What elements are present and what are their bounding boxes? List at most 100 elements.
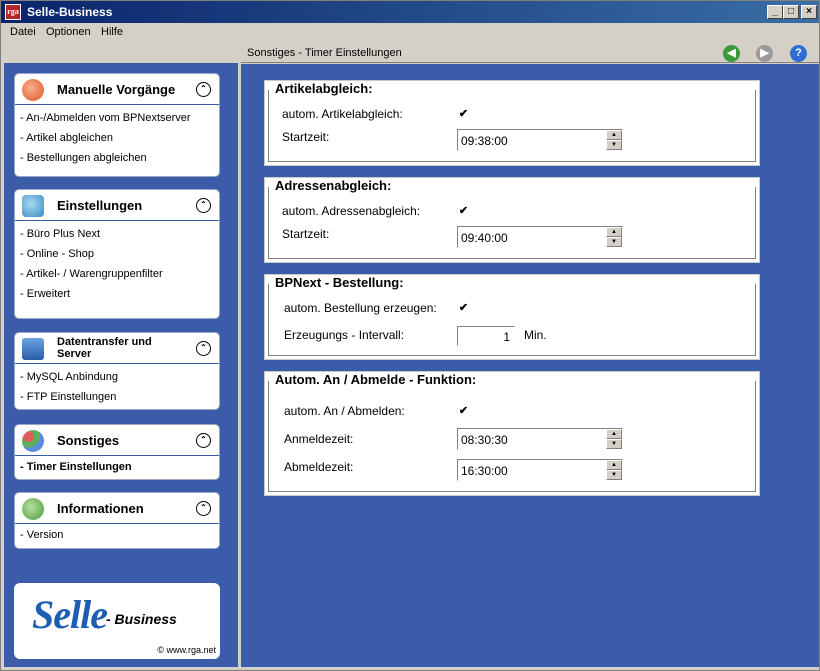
sidebar-item-buero-plus-next[interactable]: - Büro Plus Next (15, 225, 219, 245)
group-legend: Adressenabgleich: (273, 178, 394, 193)
auto-adressen-label: autom. Adressenabgleich: (282, 204, 421, 218)
spin-up-icon[interactable]: ▲ (606, 130, 622, 140)
group-frame (268, 187, 756, 259)
auto-anmelden-checkbox[interactable]: ✔ (457, 405, 470, 418)
startzeit-value: 09:40:00 (461, 231, 508, 245)
auto-artikel-checkbox[interactable]: ✔ (457, 108, 470, 121)
sidebar-item-anmelden[interactable]: - An-/Abmelden vom BPNextserver (15, 109, 219, 129)
panel-title-line1: Datentransfer und (57, 336, 152, 348)
spin-down-icon[interactable]: ▼ (606, 237, 622, 247)
spin-up-icon[interactable]: ▲ (606, 227, 622, 237)
auto-anmelden-label: autom. An / Abmelden: (284, 404, 405, 418)
startzeit-artikel-input[interactable]: 09:38:00 ▲ ▼ (457, 129, 623, 151)
startzeit-value: 09:38:00 (461, 134, 508, 148)
computer-icon (22, 338, 44, 360)
panel-header[interactable]: Manuelle Vorgänge ⌃ (15, 74, 219, 105)
sidebar: Manuelle Vorgänge ⌃ - An-/Abmelden vom B… (4, 63, 238, 667)
anmeldezeit-value: 08:30:30 (461, 433, 508, 447)
logo-main-text: Selle (32, 592, 108, 637)
abmeldezeit-value: 16:30:00 (461, 464, 508, 478)
sidebar-item-timer-einstellungen[interactable]: - Timer Einstellungen (15, 458, 219, 478)
intervall-value: 1 (503, 330, 510, 344)
collapse-icon[interactable]: ⌃ (196, 433, 211, 448)
main-panel: Artikelabgleich: autom. Artikelabgleich:… (241, 64, 819, 667)
tools-icon (22, 195, 44, 217)
menu-bar: Datei Optionen Hilfe (1, 23, 819, 42)
panel-title: Einstellungen (57, 198, 143, 213)
group-an-abmelde-funktion: Autom. An / Abmelde - Funktion: autom. A… (264, 371, 760, 496)
auto-bestellung-checkbox[interactable]: ✔ (457, 302, 470, 315)
close-button[interactable]: × (801, 5, 817, 19)
menu-datei[interactable]: Datei (10, 26, 36, 38)
window-title: Selle-Business (27, 5, 113, 19)
spin-buttons: ▲ ▼ (606, 429, 622, 449)
menu-optionen[interactable]: Optionen (46, 26, 91, 38)
sidebar-item-online-shop[interactable]: - Online - Shop (15, 245, 219, 265)
sidebar-item-version[interactable]: - Version (15, 526, 219, 546)
sidebar-item-artikel-abgleichen[interactable]: - Artikel abgleichen (15, 129, 219, 149)
sidebar-item-warengruppenfilter[interactable]: - Artikel- / Warengruppenfilter (15, 265, 219, 285)
spin-down-icon[interactable]: ▼ (606, 140, 622, 150)
sidebar-item-mysql[interactable]: - MySQL Anbindung (15, 368, 219, 388)
anmeldezeit-label: Anmeldezeit: (284, 432, 354, 446)
spin-down-icon[interactable]: ▼ (606, 439, 622, 449)
help-icon[interactable]: ? (790, 45, 807, 62)
panel-informationen: Informationen ⌃ - Version (14, 492, 220, 549)
app-window: rga Selle-Business _ □ × Datei Optionen … (0, 0, 820, 671)
abmeldezeit-label: Abmeldezeit: (284, 460, 354, 474)
title-bar: rga Selle-Business _ □ × (1, 1, 819, 23)
brand-logo: Selle - Business © www.rga.net (14, 583, 220, 659)
intervall-unit: Min. (524, 328, 547, 342)
forward-icon[interactable]: ▶ (756, 45, 773, 62)
spin-buttons: ▲ ▼ (606, 130, 622, 150)
collapse-icon[interactable]: ⌃ (196, 82, 211, 97)
panel-header[interactable]: Einstellungen ⌃ (15, 190, 219, 221)
panel-header[interactable]: Datentransfer und Server ⌃ (15, 333, 219, 364)
panel-title: Informationen (57, 501, 144, 516)
panel-header[interactable]: Sonstiges ⌃ (15, 425, 219, 456)
auto-artikel-label: autom. Artikelabgleich: (282, 107, 403, 121)
panel-datentransfer: Datentransfer und Server ⌃ - MySQL Anbind… (14, 332, 220, 410)
intervall-input[interactable]: 1 (457, 326, 515, 346)
startzeit-label: Startzeit: (282, 130, 330, 144)
spin-up-icon[interactable]: ▲ (606, 460, 622, 470)
spin-down-icon[interactable]: ▼ (606, 470, 622, 480)
group-bpnext-bestellung: BPNext - Bestellung: autom. Bestellung e… (264, 274, 760, 360)
intervall-label: Erzeugungs - Intervall: (284, 328, 405, 342)
group-legend: BPNext - Bestellung: (273, 275, 406, 290)
panel-title: Datentransfer und Server (57, 336, 152, 360)
panel-title-line2: Server (57, 348, 92, 360)
group-legend: Autom. An / Abmelde - Funktion: (273, 372, 479, 387)
collapse-icon[interactable]: ⌃ (196, 341, 211, 356)
spin-buttons: ▲ ▼ (606, 227, 622, 247)
panel-title: Sonstiges (57, 433, 120, 448)
app-logo-icon: rga (5, 4, 21, 20)
collapse-icon[interactable]: ⌃ (196, 501, 211, 516)
panel-manuelle-vorgaenge: Manuelle Vorgänge ⌃ - An-/Abmelden vom B… (14, 73, 220, 177)
minimize-button[interactable]: _ (767, 5, 783, 19)
sidebar-item-ftp[interactable]: - FTP Einstellungen (15, 388, 219, 408)
abmeldezeit-input[interactable]: 16:30:00 ▲ ▼ (457, 459, 623, 481)
circles-icon (22, 430, 44, 452)
panel-header[interactable]: Informationen ⌃ (15, 493, 219, 524)
content-title: Sonstiges - Timer Einstellungen (247, 47, 402, 59)
auto-adressen-checkbox[interactable]: ✔ (457, 205, 470, 218)
menu-hilfe[interactable]: Hilfe (101, 26, 123, 38)
sidebar-item-bestellungen-abgleichen[interactable]: - Bestellungen abgleichen (15, 149, 219, 169)
panel-title: Manuelle Vorgänge (57, 82, 176, 97)
sidebar-item-erweitert[interactable]: - Erweitert (15, 285, 219, 305)
startzeit-label: Startzeit: (282, 227, 330, 241)
startzeit-adressen-input[interactable]: 09:40:00 ▲ ▼ (457, 226, 623, 248)
group-legend: Artikelabgleich: (273, 81, 375, 96)
panel-einstellungen: Einstellungen ⌃ - Büro Plus Next - Onlin… (14, 189, 220, 319)
group-frame (268, 90, 756, 162)
back-arrow-icon[interactable]: ◀ (723, 45, 740, 62)
spin-up-icon[interactable]: ▲ (606, 429, 622, 439)
collapse-icon[interactable]: ⌃ (196, 198, 211, 213)
maximize-button[interactable]: □ (783, 5, 799, 19)
spin-buttons: ▲ ▼ (606, 460, 622, 480)
anmeldezeit-input[interactable]: 08:30:30 ▲ ▼ (457, 428, 623, 450)
group-artikelabgleich: Artikelabgleich: autom. Artikelabgleich:… (264, 80, 760, 166)
play-icon (22, 79, 44, 101)
info-icon (22, 498, 44, 520)
